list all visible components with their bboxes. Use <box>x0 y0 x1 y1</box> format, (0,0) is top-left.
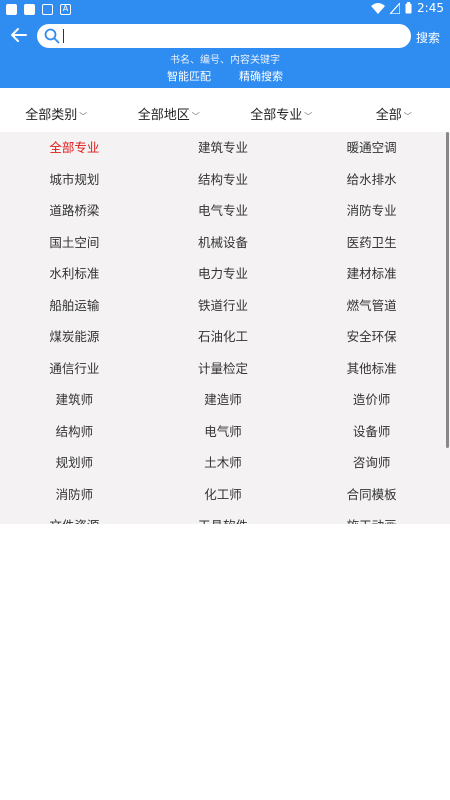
exact-search-button[interactable]: 精确搜索 <box>239 68 283 84</box>
specialty-option[interactable]: 铁道行业 <box>149 290 298 322</box>
image-icon <box>42 4 53 15</box>
specialty-option[interactable]: 咨询师 <box>297 447 446 479</box>
specialty-option[interactable]: 全部专业 <box>0 132 149 164</box>
specialty-option[interactable]: 设备师 <box>297 416 446 448</box>
specialty-option[interactable]: 结构专业 <box>149 164 298 196</box>
header-bar: A 2:45 搜索 书名、编号、内容关键字 智能匹配 精确搜索 <box>0 0 450 88</box>
specialty-option[interactable]: 安全环保 <box>297 321 446 353</box>
filter-all[interactable]: 全部 ﹀ <box>338 100 450 132</box>
specialty-option[interactable]: 文件资源 <box>0 510 149 524</box>
filter-label: 全部类别 <box>25 108 78 123</box>
chevron-down-icon: ﹀ <box>403 112 412 121</box>
specialty-option[interactable]: 规划师 <box>0 447 149 479</box>
chevron-down-icon: ﹀ <box>191 112 200 121</box>
specialty-option[interactable]: 国土空间 <box>0 227 149 259</box>
specialty-grid: 全部专业 建筑专业 暖通空调城市规划 结构专业 给水排水道路桥梁 电气专业 消防专业国土空间… <box>0 132 446 524</box>
specialty-option[interactable]: 暖通空调 <box>297 132 446 164</box>
scrollbar[interactable] <box>446 132 449 448</box>
filter-category[interactable]: 全部类别 ﹀ <box>0 100 113 132</box>
status-bar: A 2:45 <box>0 0 450 18</box>
specialty-option[interactable]: 医药卫生 <box>297 227 446 259</box>
search-button[interactable]: 搜索 <box>416 29 440 46</box>
specialty-option[interactable]: 船舶运输 <box>0 290 149 322</box>
specialty-option[interactable]: 建材标准 <box>297 258 446 290</box>
specialty-option[interactable]: 计量检定 <box>149 353 298 385</box>
specialty-option[interactable]: 机械设备 <box>149 227 298 259</box>
specialty-option[interactable]: 其他标准 <box>297 353 446 385</box>
status-right: 2:45 <box>371 1 444 15</box>
filter-label: 全部地区 <box>137 108 190 123</box>
specialty-option[interactable]: 煤炭能源 <box>0 321 149 353</box>
specialty-option[interactable]: 燃气管道 <box>297 290 446 322</box>
back-arrow-icon[interactable] <box>9 25 29 45</box>
status-time: 2:45 <box>417 1 444 15</box>
filter-label: 全部专业 <box>250 108 303 123</box>
specialty-option[interactable]: 消防师 <box>0 479 149 511</box>
filter-region[interactable]: 全部地区 ﹀ <box>113 100 226 132</box>
signal-off-icon <box>390 2 401 14</box>
notification-icon <box>24 4 35 15</box>
specialty-option[interactable]: 建筑师 <box>0 384 149 416</box>
chevron-down-icon: ﹀ <box>79 112 88 121</box>
filter-label: 全部 <box>375 108 402 123</box>
specialty-option[interactable]: 城市规划 <box>0 164 149 196</box>
wifi-icon <box>371 2 386 14</box>
specialty-option[interactable]: 道路桥梁 <box>0 195 149 227</box>
search-box[interactable] <box>37 24 411 48</box>
specialty-option[interactable]: 合同模板 <box>297 479 446 511</box>
specialty-option[interactable]: 工具软件 <box>149 510 298 524</box>
specialty-option[interactable]: 电力专业 <box>149 258 298 290</box>
specialty-option[interactable]: 建筑专业 <box>149 132 298 164</box>
specialty-option[interactable]: 造价师 <box>297 384 446 416</box>
filter-specialty[interactable]: 全部专业 ﹀ <box>225 100 338 132</box>
specialty-option[interactable]: 土木师 <box>149 447 298 479</box>
specialty-option[interactable]: 施工动画 <box>297 510 446 524</box>
search-icon <box>44 28 60 44</box>
specialty-option[interactable]: 电气专业 <box>149 195 298 227</box>
chevron-down-icon: ﹀ <box>304 112 313 121</box>
specialty-option[interactable]: 消防专业 <box>297 195 446 227</box>
specialty-option[interactable]: 水利标准 <box>0 258 149 290</box>
specialty-option[interactable]: 化工师 <box>149 479 298 511</box>
specialty-option[interactable]: 石油化工 <box>149 321 298 353</box>
smart-match-button[interactable]: 智能匹配 <box>167 68 211 84</box>
specialty-option[interactable]: 结构师 <box>0 416 149 448</box>
search-input[interactable] <box>64 27 394 45</box>
notification-icon <box>6 4 17 15</box>
specialty-option[interactable]: 电气师 <box>149 416 298 448</box>
search-hint: 书名、编号、内容关键字 <box>170 55 280 66</box>
battery-icon <box>405 2 412 14</box>
specialty-option[interactable]: 建造师 <box>149 384 298 416</box>
filter-bar: 全部类别 ﹀ 全部地区 ﹀ 全部专业 ﹀ 全部 ﹀ <box>0 100 450 132</box>
search-modes: 智能匹配 精确搜索 <box>0 68 450 84</box>
specialty-dropdown-panel: 全部专业 建筑专业 暖通空调城市规划 结构专业 给水排水道路桥梁 电气专业 消防专业国土空间… <box>0 132 450 524</box>
specialty-option[interactable]: 通信行业 <box>0 353 149 385</box>
text-icon: A <box>60 4 71 15</box>
specialty-option[interactable]: 给水排水 <box>297 164 446 196</box>
